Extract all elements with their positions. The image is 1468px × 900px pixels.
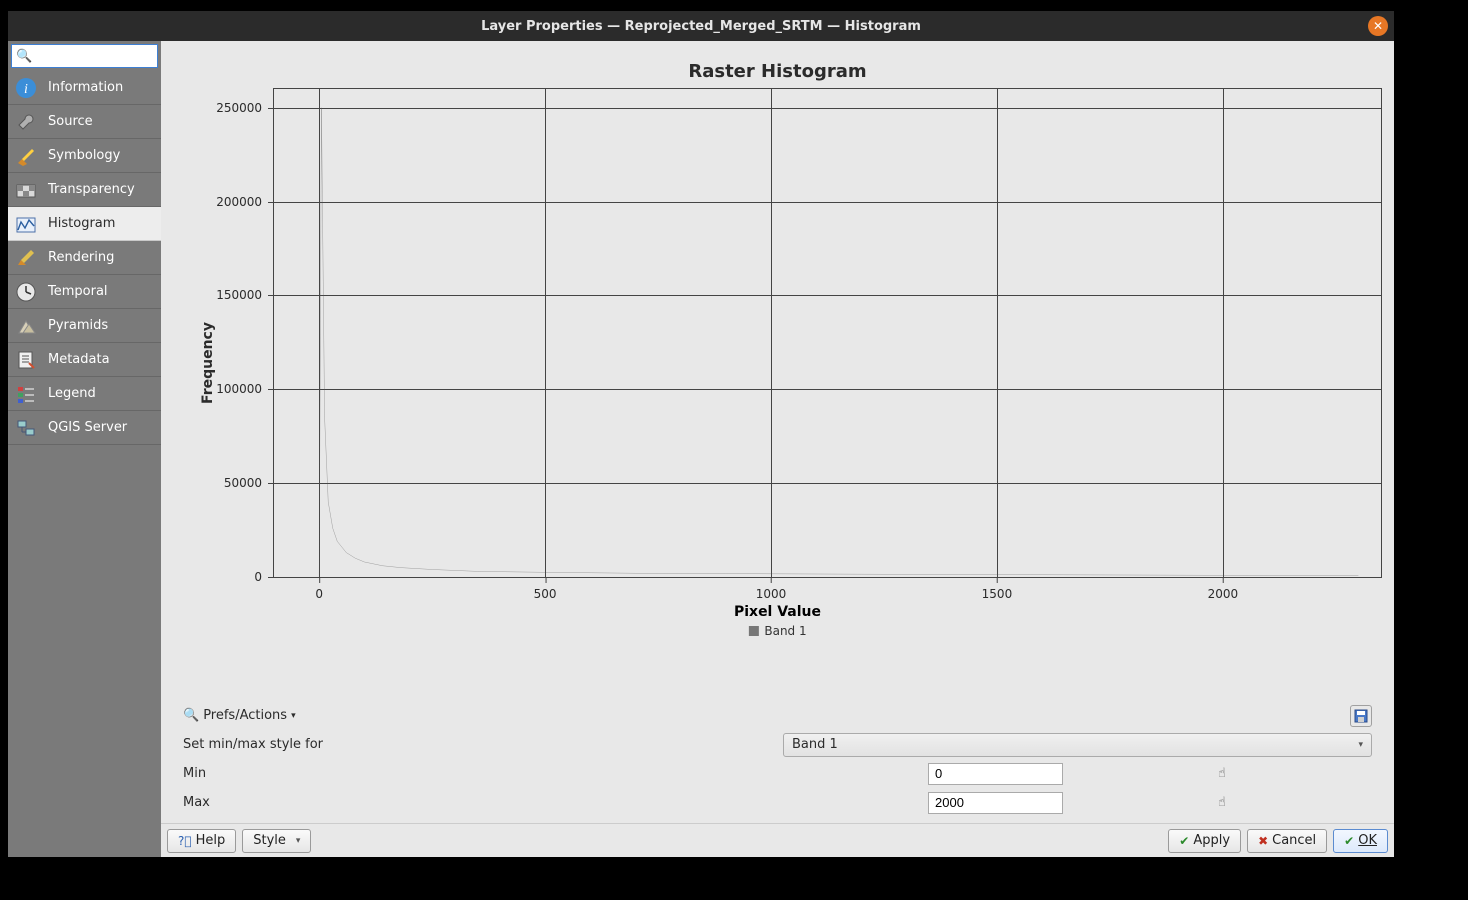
plot: Frequency 050000100000150000200000250000… [173, 88, 1382, 638]
clock-icon [14, 280, 38, 304]
chart-legend: Band 1 [748, 624, 806, 638]
x-tick: 1000 [756, 577, 787, 601]
brush-icon [14, 144, 38, 168]
sidebar-item-label: Transparency [48, 182, 135, 197]
max-input[interactable] [928, 792, 1063, 814]
sidebar-item-label: Rendering [48, 250, 114, 265]
y-tick: 100000 [216, 382, 274, 396]
sidebar-item-qgis-server[interactable]: QGIS Server [8, 411, 161, 445]
chart-container: Raster Histogram Frequency 0500001000001… [161, 41, 1394, 697]
legend-icon [14, 382, 38, 406]
window-close-button[interactable]: ✕ [1368, 16, 1388, 36]
sidebar-item-histogram[interactable]: Histogram [8, 207, 161, 241]
sidebar-item-label: Temporal [48, 284, 108, 299]
y-tick: 250000 [216, 101, 274, 115]
dialog-footer: ?⃝ Help Style ▾ ✔ Apply ✖ Cancel ✔ [161, 823, 1394, 857]
histogram-controls: 🔍 Prefs/Actions ▾ Set min/max style for … [161, 697, 1394, 823]
legend-swatch [748, 626, 758, 636]
sidebar-item-label: Histogram [48, 216, 115, 231]
sidebar-item-rendering[interactable]: Rendering [8, 241, 161, 275]
ok-label: OK [1358, 833, 1377, 848]
max-label: Max [183, 795, 928, 810]
sidebar: 🔍 i Information Source Symbology [8, 41, 161, 857]
pick-max-icon[interactable]: ☝ [1218, 795, 1238, 810]
x-axis-label: Pixel Value [734, 604, 821, 620]
x-tick: 0 [315, 577, 323, 601]
sidebar-item-metadata[interactable]: Metadata [8, 343, 161, 377]
sidebar-item-information[interactable]: i Information [8, 71, 161, 105]
min-input[interactable] [928, 763, 1063, 785]
sidebar-item-label: Pyramids [48, 318, 108, 333]
cancel-button[interactable]: ✖ Cancel [1247, 829, 1327, 853]
y-tick: 150000 [216, 288, 274, 302]
min-label: Min [183, 766, 928, 781]
sidebar-item-temporal[interactable]: Temporal [8, 275, 161, 309]
prefs-label: Prefs/Actions [203, 708, 287, 723]
sidebar-item-label: Symbology [48, 148, 120, 163]
search-icon: 🔍 [16, 49, 32, 64]
sidebar-item-label: QGIS Server [48, 420, 127, 435]
titlebar: Layer Properties — Reprojected_Merged_SR… [8, 11, 1394, 41]
sidebar-item-transparency[interactable]: Transparency [8, 173, 161, 207]
prefs-actions-button[interactable]: 🔍 Prefs/Actions ▾ [183, 708, 296, 723]
cancel-label: Cancel [1272, 833, 1316, 848]
y-tick: 50000 [224, 476, 274, 490]
paint-icon [14, 246, 38, 270]
chart-title: Raster Histogram [173, 61, 1382, 82]
sidebar-item-symbology[interactable]: Symbology [8, 139, 161, 173]
x-tick: 500 [534, 577, 557, 601]
pyramids-icon [14, 314, 38, 338]
help-label: Help [196, 833, 226, 848]
server-icon [14, 416, 38, 440]
y-tick: 0 [254, 570, 274, 584]
wrench-icon [14, 110, 38, 134]
ok-icon: ✔ [1344, 834, 1354, 848]
histogram-icon [14, 212, 38, 236]
sidebar-search[interactable]: 🔍 [11, 44, 158, 68]
check-icon: ✔ [1179, 834, 1189, 848]
apply-button[interactable]: ✔ Apply [1168, 829, 1241, 853]
band-select-value: Band 1 [792, 737, 838, 752]
svg-text:i: i [24, 82, 28, 97]
sidebar-item-legend[interactable]: Legend [8, 377, 161, 411]
help-button[interactable]: ?⃝ Help [167, 829, 236, 853]
x-tick: 1500 [982, 577, 1013, 601]
set-minmax-label: Set min/max style for [183, 737, 783, 752]
chevron-down-icon: ▾ [291, 711, 296, 721]
style-button[interactable]: Style ▾ [242, 829, 311, 853]
chevron-down-icon: ▾ [296, 836, 301, 846]
cancel-icon: ✖ [1258, 834, 1268, 848]
info-icon: i [14, 76, 38, 100]
chevron-down-icon: ▾ [1358, 740, 1363, 750]
main-panel: Raster Histogram Frequency 0500001000001… [161, 41, 1394, 857]
histogram-series [274, 89, 1381, 577]
help-icon: ?⃝ [178, 834, 192, 848]
plot-area[interactable]: 0500001000001500002000002500000500100015… [273, 88, 1382, 578]
y-axis-label: Frequency [200, 322, 216, 404]
sidebar-item-label: Metadata [48, 352, 110, 367]
sidebar-search-input[interactable] [36, 49, 153, 64]
sidebar-item-label: Source [48, 114, 93, 129]
style-label: Style [253, 833, 286, 848]
save-plot-button[interactable] [1350, 705, 1372, 727]
apply-label: Apply [1193, 833, 1230, 848]
sidebar-item-pyramids[interactable]: Pyramids [8, 309, 161, 343]
band-select[interactable]: Band 1 ▾ [783, 733, 1372, 757]
sidebar-item-source[interactable]: Source [8, 105, 161, 139]
legend-label: Band 1 [764, 624, 806, 638]
transparency-icon [14, 178, 38, 202]
zoom-icon: 🔍 [183, 708, 199, 723]
sidebar-item-label: Information [48, 80, 123, 95]
sidebar-item-label: Legend [48, 386, 96, 401]
save-icon [1354, 709, 1368, 723]
window-title: Layer Properties — Reprojected_Merged_SR… [481, 19, 921, 34]
ok-button[interactable]: ✔ OK [1333, 829, 1388, 853]
y-tick: 200000 [216, 195, 274, 209]
x-tick: 2000 [1208, 577, 1239, 601]
layer-properties-window: Layer Properties — Reprojected_Merged_SR… [7, 10, 1395, 858]
metadata-icon [14, 348, 38, 372]
pick-min-icon[interactable]: ☝ [1218, 766, 1238, 781]
